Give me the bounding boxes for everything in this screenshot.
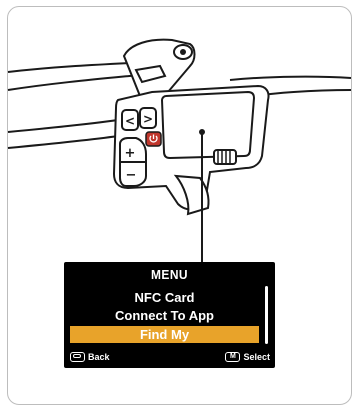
menu-item-find-my-selected[interactable]: Find My: [70, 326, 259, 343]
thumb-wheel[interactable]: [213, 149, 237, 165]
menu-item-connect-to-app[interactable]: Connect To App: [70, 307, 259, 324]
back-label: Back: [88, 352, 110, 362]
power-button[interactable]: [145, 131, 162, 147]
select-action[interactable]: M Select: [225, 350, 270, 364]
minus-button[interactable]: −: [126, 168, 137, 183]
back-action[interactable]: Back: [70, 350, 110, 364]
right-arrow-label: >: [143, 112, 153, 126]
scroll-indicator: [265, 286, 268, 344]
select-label: Select: [243, 352, 270, 362]
left-arrow-button[interactable]: <: [121, 109, 139, 131]
device-menu-screen: MENU NFC Card Connect To App Find My Bac…: [64, 262, 275, 368]
menu-item-nfc-card[interactable]: NFC Card: [70, 289, 259, 306]
menu-title: MENU: [150, 267, 189, 282]
m-key-icon: M: [225, 352, 241, 362]
left-arrow-label: <: [125, 114, 135, 128]
back-icon: [70, 352, 85, 362]
right-arrow-button[interactable]: >: [139, 107, 157, 129]
plus-button[interactable]: +: [125, 146, 136, 161]
